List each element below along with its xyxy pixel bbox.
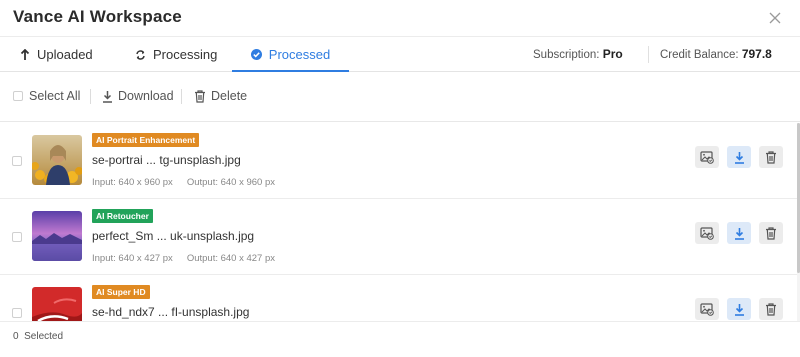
toolbar-divider — [90, 89, 91, 104]
service-badge: AI Portrait Enhancement — [92, 133, 200, 147]
row-checkbox[interactable] — [12, 232, 22, 242]
app-title: Vance AI Workspace — [13, 7, 182, 26]
toolbar: Select All Download Delete — [0, 72, 800, 122]
compare-button[interactable] — [695, 222, 719, 244]
row-download-button[interactable] — [727, 298, 751, 320]
file-name: perfect_Sm ... uk-unsplash.jpg — [92, 229, 255, 243]
tab-processed[interactable]: Processed — [232, 37, 349, 72]
subscription-value: Pro — [602, 47, 623, 61]
selected-count: 0 Selected — [13, 331, 63, 342]
file-name: se-hd_ndx7 ... fI-unsplash.jpg — [92, 305, 250, 319]
trash-icon — [766, 302, 776, 316]
credit-label: Credit Balance: — [660, 49, 739, 61]
output-size: Output: 640 x 427 px — [186, 253, 276, 264]
check-circle-icon — [250, 49, 262, 60]
file-dimensions: Input: 640 x 960 px Output: 640 x 960 px — [92, 177, 275, 188]
close-icon[interactable] — [766, 9, 784, 27]
subscription-label: Subscription: — [533, 49, 600, 61]
output-size: Output: 640 x 960 px — [186, 177, 276, 188]
input-size: Input: 640 x 960 px — [92, 177, 173, 188]
file-thumbnail[interactable] — [32, 211, 82, 261]
download-icon — [103, 90, 112, 103]
file-thumbnail[interactable] — [32, 135, 82, 185]
image-compare-icon — [700, 302, 714, 316]
subscription-info: Subscription: Pro — [533, 47, 623, 61]
refresh-icon — [136, 49, 145, 60]
trash-icon — [195, 89, 205, 103]
select-all[interactable]: Select All — [13, 89, 80, 103]
credit-balance-info: Credit Balance: 797.8 — [660, 47, 772, 61]
service-badge: AI Retoucher — [92, 209, 153, 223]
title-bar: Vance AI Workspace — [0, 0, 800, 36]
row-delete-button[interactable] — [759, 298, 783, 320]
row-delete-button[interactable] — [759, 222, 783, 244]
trash-icon — [766, 150, 776, 164]
file-thumbnail[interactable] — [32, 287, 82, 321]
credit-value: 797.8 — [741, 47, 772, 61]
row-download-button[interactable] — [727, 222, 751, 244]
file-name: se-portrai ... tg-unsplash.jpg — [92, 153, 241, 167]
divider — [648, 46, 649, 63]
input-size: Input: 640 x 427 px — [92, 253, 173, 264]
image-compare-icon — [700, 150, 714, 164]
compare-button[interactable] — [695, 146, 719, 168]
tab-processing-label: Processing — [153, 47, 218, 62]
row-checkbox[interactable] — [12, 308, 22, 318]
download-button[interactable]: Download — [102, 89, 174, 103]
footer: 0 Selected — [0, 321, 800, 357]
tab-processing[interactable]: Processing — [135, 37, 217, 72]
download-label: Download — [118, 89, 174, 103]
download-icon — [734, 303, 744, 316]
delete-label: Delete — [211, 89, 248, 103]
download-icon — [734, 227, 744, 240]
file-row: AI Retoucher perfect_Sm ... uk-unsplash.… — [0, 199, 797, 275]
service-badge: AI Super HD — [92, 285, 150, 299]
file-row: AI Portrait Enhancement se-portrai ... t… — [0, 123, 797, 199]
select-all-label: Select All — [29, 89, 81, 103]
file-list[interactable]: AI Portrait Enhancement se-portrai ... t… — [0, 123, 797, 321]
compare-button[interactable] — [695, 298, 719, 320]
toolbar-divider — [181, 89, 182, 104]
tab-uploaded[interactable]: Uploaded — [20, 37, 93, 72]
row-checkbox[interactable] — [12, 156, 22, 166]
select-all-checkbox[interactable] — [13, 91, 23, 101]
download-icon — [734, 151, 744, 164]
selected-count-value: 0 — [13, 331, 19, 342]
tab-processed-label: Processed — [268, 47, 331, 62]
file-row: AI Super HD se-hd_ndx7 ... fI-unsplash.j… — [0, 275, 797, 321]
image-compare-icon — [700, 226, 714, 240]
selected-count-label: Selected — [24, 331, 64, 342]
tab-bar: Uploaded Processing Processed Subscripti… — [0, 36, 800, 72]
tab-uploaded-label: Uploaded — [37, 47, 93, 62]
delete-button[interactable]: Delete — [194, 89, 247, 103]
trash-icon — [766, 226, 776, 240]
row-delete-button[interactable] — [759, 146, 783, 168]
file-dimensions: Input: 640 x 427 px Output: 640 x 427 px — [92, 253, 275, 264]
row-download-button[interactable] — [727, 146, 751, 168]
arrow-up-icon — [20, 48, 30, 60]
